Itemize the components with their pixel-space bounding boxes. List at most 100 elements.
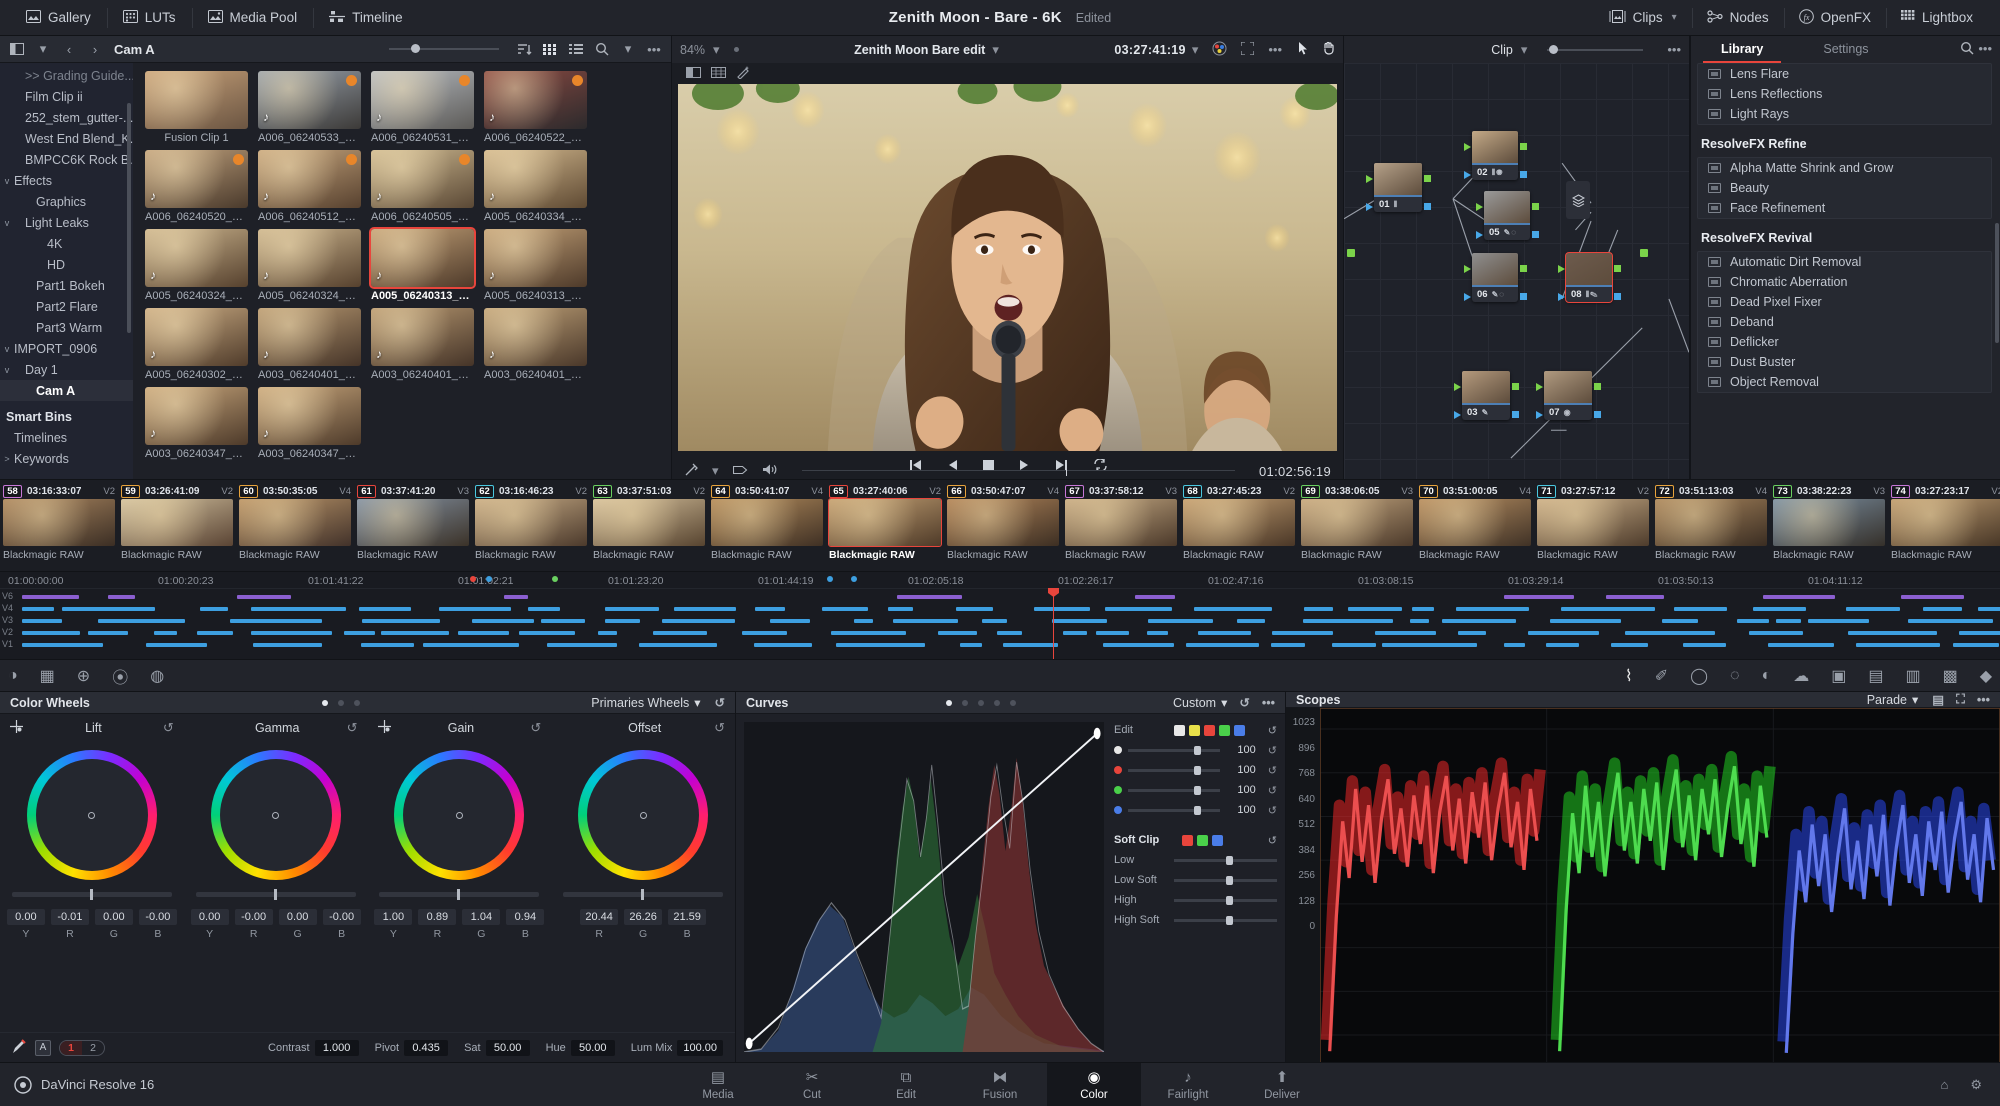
- filmstrip-clip[interactable]: 74 03:27:23:17 V2 Blackmagic RAW: [1888, 480, 2000, 571]
- clip-thumbnail[interactable]: ♪: [145, 308, 248, 366]
- wheel-value-r[interactable]: -0.00 R: [234, 909, 273, 940]
- viewer-canvas[interactable]: [678, 84, 1337, 451]
- node-pin-bout[interactable]: [1614, 293, 1621, 300]
- magic-mask-icon[interactable]: [736, 65, 751, 82]
- split-screen-icon[interactable]: [686, 66, 701, 81]
- param-value[interactable]: 100.00: [677, 1039, 723, 1056]
- wheel-reset-icon[interactable]: ↺: [714, 720, 725, 736]
- wheel-value-g[interactable]: 0.00 G: [94, 909, 133, 940]
- effects-library-list[interactable]: Lens Flare Lens Reflections Light Rays Reso…: [1691, 63, 2000, 479]
- page-dot[interactable]: [337, 699, 344, 706]
- clip-thumbnail[interactable]: ♪: [258, 387, 361, 445]
- node-pin-gout[interactable]: [1520, 265, 1527, 272]
- node-pin-gout[interactable]: [1594, 383, 1601, 390]
- qualifier-icon[interactable]: ✐: [1655, 666, 1668, 686]
- node-pin-bin2[interactable]: [1476, 231, 1483, 239]
- node-pin-gout[interactable]: [1512, 383, 1519, 390]
- bin-item-timelines[interactable]: Timelines: [0, 427, 133, 448]
- page-dot[interactable]: [945, 699, 952, 706]
- channel-b-channel[interactable]: [1234, 724, 1245, 736]
- eyedropper-icon[interactable]: [12, 1038, 27, 1057]
- node-pin-gin[interactable]: [1454, 383, 1461, 391]
- bin-item-film-clip-ii[interactable]: Film Clip ii: [0, 86, 133, 107]
- node-icon[interactable]: ▦: [40, 666, 55, 686]
- bin-item-import-0906[interactable]: v IMPORT_0906: [0, 338, 133, 359]
- node-pin-gout[interactable]: [1532, 203, 1539, 210]
- node-pin-bout[interactable]: [1424, 203, 1431, 210]
- page-dot[interactable]: [993, 699, 1000, 706]
- soft-clip-slider[interactable]: [1174, 855, 1277, 865]
- picker-icon[interactable]: [10, 720, 24, 736]
- node-options-icon[interactable]: •••: [1667, 42, 1681, 57]
- clip-cell[interactable]: ♪ A005_06240313_C...: [484, 229, 587, 302]
- reset-icon[interactable]: ↺: [715, 695, 725, 710]
- bin-item-bmpcc6k-rock-b[interactable]: BMPCC6K Rock B...: [0, 149, 133, 170]
- wheel-reset-icon[interactable]: ↺: [163, 720, 174, 736]
- channel-r-channel[interactable]: [1204, 724, 1215, 736]
- node-pin-bin2[interactable]: [1366, 203, 1373, 211]
- clip-cell[interactable]: ♪ A006_06240512_C...: [258, 150, 361, 223]
- node-pin-gout[interactable]: [1614, 265, 1621, 272]
- key-icon[interactable]: ◐: [1762, 667, 1772, 685]
- wheel-value-y[interactable]: 1.00 Y: [374, 909, 413, 940]
- page-color[interactable]: ◉ Color: [1047, 1062, 1141, 1106]
- fx-item-automatic-dirt-removal[interactable]: Automatic Dirt Removal: [1698, 252, 1991, 272]
- param-value[interactable]: 50.00: [485, 1039, 530, 1056]
- channel-g-channel[interactable]: [1219, 724, 1230, 736]
- clip-thumbnail[interactable]: ♪: [258, 71, 361, 129]
- node-pin-gin[interactable]: [1464, 143, 1471, 151]
- blur-icon[interactable]: ◍: [150, 666, 164, 686]
- curves-reset-icon[interactable]: ↺: [1239, 695, 1249, 710]
- bin-item-part3-warm[interactable]: Part3 Warm: [0, 317, 133, 338]
- clip-cell[interactable]: ♪ A006_06240533_C...: [258, 71, 361, 144]
- node-a-button[interactable]: A: [35, 1039, 51, 1056]
- node-07[interactable]: 07 ◉: [1536, 371, 1601, 420]
- node-pin-gin[interactable]: [1558, 265, 1565, 273]
- fx-item-light-rays[interactable]: Light Rays: [1698, 104, 1991, 124]
- soft-clip-reset-icon[interactable]: ↺: [1268, 834, 1277, 847]
- node-pin-gout[interactable]: [1424, 175, 1431, 182]
- curve-slider-reset-icon[interactable]: ↺: [1268, 804, 1277, 817]
- scopes-icon[interactable]: ▩: [1943, 666, 1958, 686]
- bin-item-effects[interactable]: v Effects: [0, 170, 133, 191]
- bin-item-part1-bokeh[interactable]: Part1 Bokeh: [0, 275, 133, 296]
- timeline-playhead[interactable]: [1048, 588, 1059, 659]
- node-pin-bin2[interactable]: [1464, 171, 1471, 179]
- clip-cell[interactable]: ♪ A003_06240401_C...: [258, 308, 361, 381]
- fx-search-icon[interactable]: [1960, 41, 1974, 58]
- version-pills[interactable]: 12: [59, 1039, 105, 1056]
- curve-slider-reset-icon[interactable]: ↺: [1268, 784, 1277, 797]
- node-pin-bin2[interactable]: [1536, 411, 1543, 419]
- page-cut[interactable]: ✂ Cut: [765, 1063, 859, 1106]
- grid-view-icon[interactable]: [537, 36, 563, 62]
- soft-clip-knob[interactable]: [1225, 915, 1233, 925]
- fx-item-chromatic-aberration[interactable]: Chromatic Aberration: [1698, 272, 1991, 292]
- filmstrip-clip[interactable]: 70 03:51:00:05 V4 Blackmagic RAW: [1416, 480, 1534, 571]
- primaries-mode-selector[interactable]: Primaries Wheels ▾: [591, 695, 700, 711]
- filmstrip-clip[interactable]: 60 03:50:35:05 V4 Blackmagic RAW: [236, 480, 354, 571]
- wheel-value-g[interactable]: 26.26 G: [624, 909, 663, 940]
- grid-overlay-icon[interactable]: [711, 66, 726, 81]
- bin-item-keywords[interactable]: > Keywords: [0, 448, 133, 469]
- page-deliver[interactable]: ⬆ Deliver: [1235, 1063, 1329, 1106]
- soft-clip-channel-2[interactable]: [1212, 834, 1223, 846]
- timeline-name[interactable]: Zenith Moon Bare edit: [854, 43, 985, 57]
- bin-item-hd[interactable]: HD: [0, 254, 133, 275]
- curve-slider-reset-icon[interactable]: ↺: [1268, 764, 1277, 777]
- bin-tree-scrollbar[interactable]: [127, 103, 131, 333]
- curves-edit-reset-icon[interactable]: ↺: [1268, 724, 1277, 737]
- clip-thumbnail[interactable]: ♪: [484, 71, 587, 129]
- fx-item-deflicker[interactable]: Deflicker: [1698, 332, 1991, 352]
- curve-slider-chip[interactable]: [1114, 766, 1122, 774]
- curve-slider[interactable]: [1128, 805, 1220, 815]
- clip-cell[interactable]: ♪ A003_06240347_C...: [145, 387, 248, 460]
- curve-slider-knob[interactable]: [1194, 785, 1202, 795]
- filmstrip-clip[interactable]: 63 03:37:51:03 V2 Blackmagic RAW: [590, 480, 708, 571]
- bin-item-west-end-blend-k[interactable]: West End Blend_K...: [0, 128, 133, 149]
- mini-timeline[interactable]: 01:00:00:00 01:00:20:23 01:01:41:22 01:01:0…: [0, 571, 2000, 659]
- wheel-reset-icon[interactable]: ↺: [530, 720, 541, 736]
- filmstrip-clip[interactable]: 71 03:27:57:12 V2 Blackmagic RAW: [1534, 480, 1652, 571]
- clip-cell[interactable]: ♪ A006_06240522_C...: [484, 71, 587, 144]
- search-chevron-icon[interactable]: ▾: [615, 36, 641, 62]
- filmstrip-thumbnail[interactable]: [121, 499, 233, 546]
